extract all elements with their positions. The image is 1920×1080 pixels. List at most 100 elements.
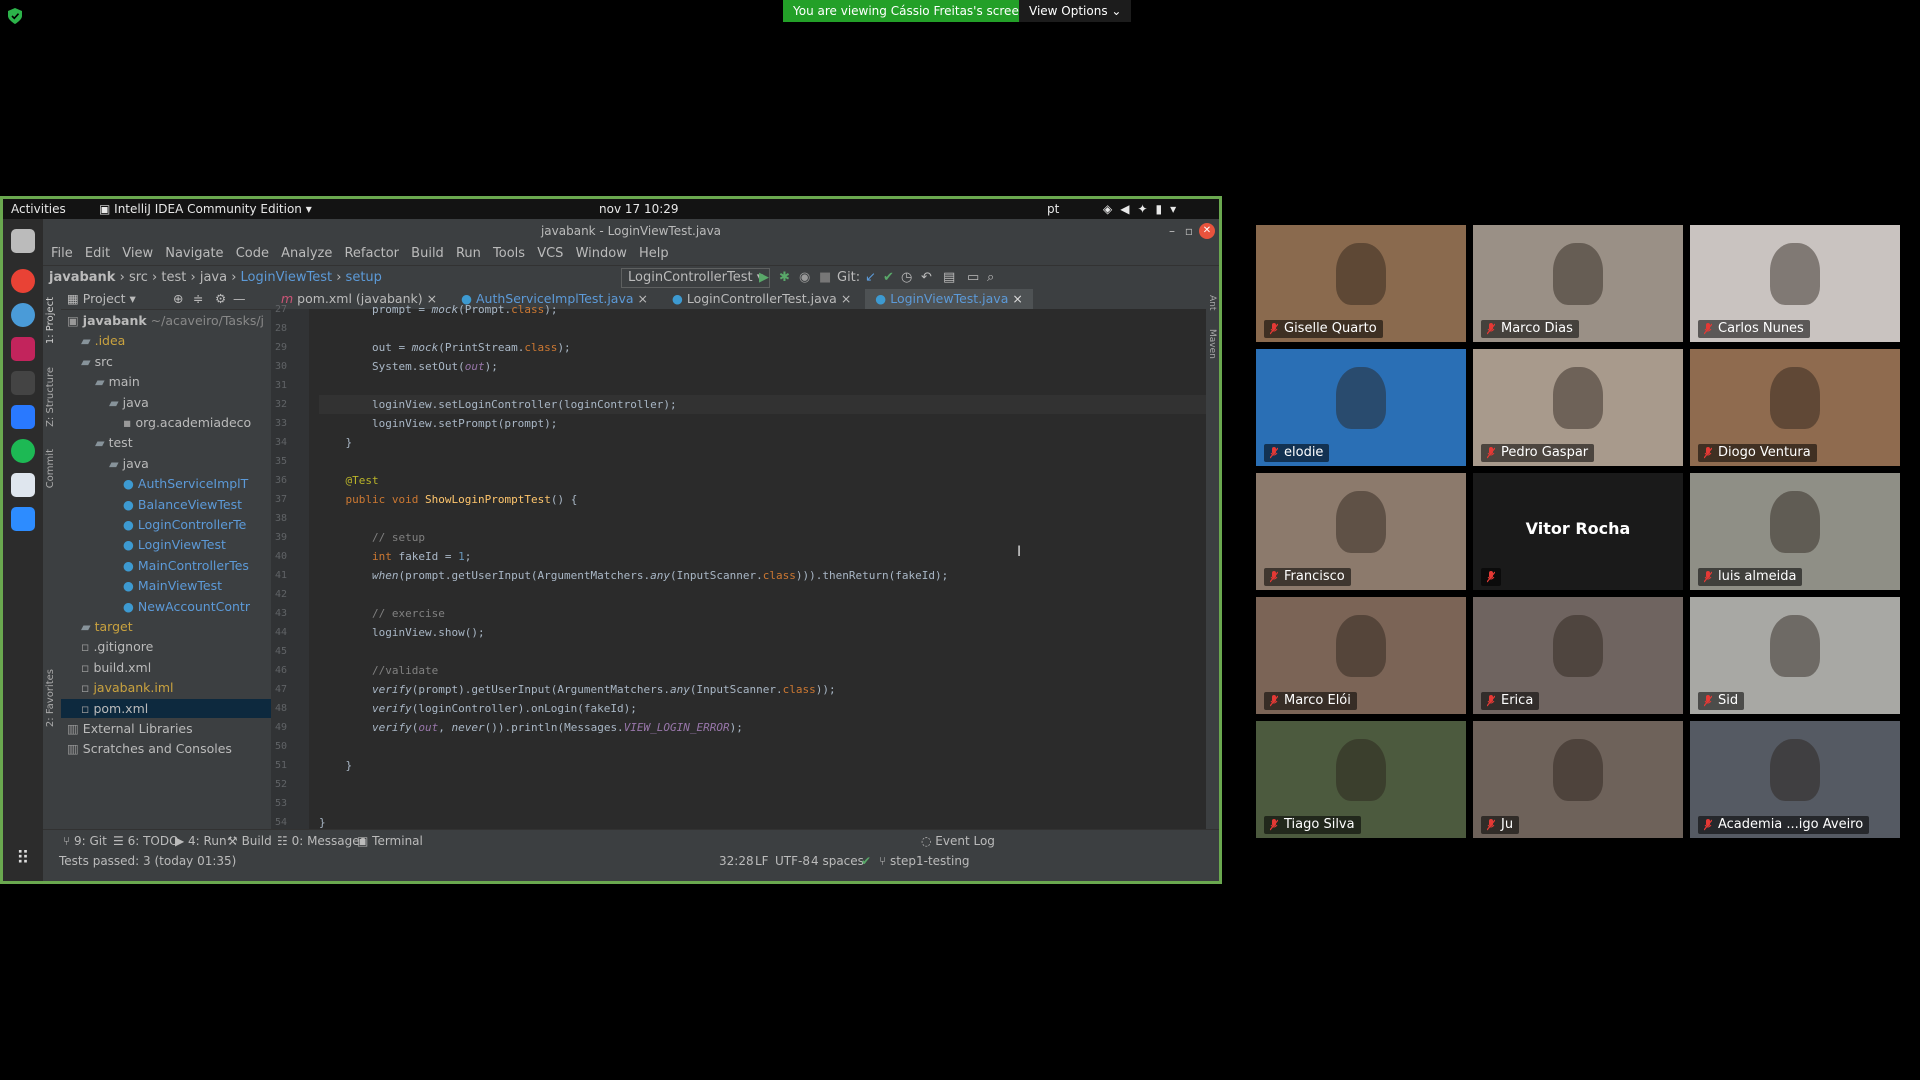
tests-passed-status[interactable]: Tests passed: 3 (today 01:35) xyxy=(59,851,236,871)
participant-tile[interactable]: Giselle Quarto xyxy=(1256,225,1466,342)
code-editor[interactable]: prompt = mock(Prompt.class); out = mock(… xyxy=(309,303,1206,829)
participant-tile[interactable]: Vitor Rocha xyxy=(1473,473,1683,590)
tool-tab-terminal[interactable]: ▣ Terminal xyxy=(357,830,423,852)
clock[interactable]: nov 17 10:29 xyxy=(599,199,679,219)
slack-icon[interactable] xyxy=(11,303,35,327)
breadcrumb-java[interactable]: java xyxy=(200,270,227,285)
line-separator[interactable]: LF xyxy=(755,851,769,871)
language-indicator[interactable]: pt xyxy=(1047,199,1059,219)
file-encoding[interactable]: UTF-8 xyxy=(775,851,810,871)
close-icon[interactable]: ✕ xyxy=(1199,223,1215,239)
tool-tab-todo[interactable]: ☰ 6: TODO xyxy=(113,830,179,852)
git-rollback-icon[interactable]: ↶ xyxy=(921,266,932,290)
breadcrumb-class[interactable]: LoginViewTest xyxy=(241,270,333,285)
caret-position[interactable]: 32:28 xyxy=(719,851,754,871)
tool-tab-ant[interactable]: Ant xyxy=(1207,295,1217,310)
text-editor-icon[interactable] xyxy=(11,473,35,497)
tree-item[interactable]: ▰ java xyxy=(109,393,149,412)
debug-icon[interactable]: ✱ xyxy=(779,266,790,290)
participant-tile[interactable]: Francisco xyxy=(1256,473,1466,590)
tab-loginviewtest[interactable]: ● LoginViewTest.java × xyxy=(865,289,1033,309)
hide-icon[interactable]: — xyxy=(233,289,246,309)
participant-tile[interactable]: Marco Elói xyxy=(1256,597,1466,714)
layout-icon[interactable]: ▭ xyxy=(967,266,979,290)
menu-tools[interactable]: Tools xyxy=(493,246,525,261)
menu-file[interactable]: File xyxy=(51,246,73,261)
tab-logincontrollertest[interactable]: ● LoginControllerTest.java × xyxy=(662,289,861,309)
tree-item[interactable]: ● LoginControllerTe xyxy=(123,515,246,534)
project-view-select[interactable]: ▦ Project ▾ xyxy=(67,289,136,309)
tool-tab-maven[interactable]: Maven xyxy=(1207,329,1217,359)
gear-icon[interactable]: ⚙ xyxy=(215,289,226,309)
tree-item[interactable]: ▰ target xyxy=(81,617,133,636)
tree-item[interactable]: ● NewAccountContr xyxy=(123,597,250,616)
participant-tile[interactable]: Pedro Gaspar xyxy=(1473,349,1683,466)
tree-item[interactable]: ▫ build.xml xyxy=(81,658,151,677)
tree-item[interactable]: ▪ org.academiadeco xyxy=(123,413,251,432)
participant-tile[interactable]: Marco Dias xyxy=(1473,225,1683,342)
tool-tab-messages[interactable]: ☷ 0: Messages xyxy=(277,830,366,852)
menu-code[interactable]: Code xyxy=(236,246,269,261)
spotify-icon[interactable] xyxy=(11,439,35,463)
tool-tab-favorites[interactable]: 2: Favorites xyxy=(45,669,56,727)
stop-icon[interactable]: ■ xyxy=(819,266,831,290)
menu-refactor[interactable]: Refactor xyxy=(344,246,399,261)
git-update-icon[interactable]: ↙ xyxy=(865,266,876,290)
files-icon[interactable] xyxy=(11,229,35,253)
run-icon[interactable]: ▶ xyxy=(759,266,769,290)
menu-view[interactable]: View xyxy=(122,246,153,261)
event-log-button[interactable]: ◌ Event Log xyxy=(921,830,995,852)
minimize-icon[interactable]: – xyxy=(1169,219,1175,243)
menu-run[interactable]: Run xyxy=(456,246,481,261)
indent-setting[interactable]: 4 spaces xyxy=(811,851,864,871)
tree-item[interactable]: ▫ javabank.iml xyxy=(81,678,174,697)
menu-navigate[interactable]: Navigate xyxy=(165,246,223,261)
run-config-select[interactable]: LoginControllerTest ▾ xyxy=(621,268,771,288)
tree-item[interactable]: ● AuthServiceImplT xyxy=(123,474,248,493)
tool-tab-project[interactable]: 1: Project xyxy=(45,297,56,344)
menu-edit[interactable]: Edit xyxy=(85,246,110,261)
tree-item[interactable]: ▫ pom.xml xyxy=(61,698,271,718)
terminal-icon[interactable] xyxy=(11,371,35,395)
breadcrumb-method[interactable]: setup xyxy=(346,270,382,285)
tree-item[interactable]: ▥ Scratches and Consoles xyxy=(67,739,232,758)
participant-tile[interactable]: Ju xyxy=(1473,721,1683,838)
participant-tile[interactable]: elodie xyxy=(1256,349,1466,466)
tree-item[interactable]: ▥ External Libraries xyxy=(67,719,193,738)
collapse-icon[interactable]: ≑ xyxy=(193,289,203,309)
git-branch[interactable]: ⑂ step1-testing xyxy=(879,851,970,871)
tree-item[interactable]: ▰ main xyxy=(95,372,140,391)
activities-button[interactable]: Activities xyxy=(11,199,66,219)
tree-item[interactable]: ▰ java xyxy=(109,454,149,473)
maximize-icon[interactable]: ▫ xyxy=(1185,219,1193,243)
tool-tab-run[interactable]: ▶ 4: Run xyxy=(175,830,227,852)
system-tray-icons[interactable]: ◈◀✦▮▾ xyxy=(1103,199,1184,219)
tree-item[interactable]: ▰ test xyxy=(95,433,133,452)
participant-tile[interactable]: Academia ...igo Aveiro xyxy=(1690,721,1900,838)
tool-tab-build[interactable]: ⚒ Build xyxy=(227,830,272,852)
zoom-icon[interactable] xyxy=(11,507,35,531)
tree-item[interactable]: ▣ javabank ~/acaveiro/Tasks/j xyxy=(67,311,264,330)
menu-build[interactable]: Build xyxy=(411,246,444,261)
tree-item[interactable]: ● MainViewTest xyxy=(123,576,222,595)
chrome-icon[interactable] xyxy=(11,269,35,293)
tree-item[interactable]: ● BalanceViewTest xyxy=(123,495,242,514)
inspection-icon[interactable]: ✔ xyxy=(861,851,871,871)
search-icon[interactable]: ⌕ xyxy=(987,266,994,290)
breadcrumb-project[interactable]: javabank xyxy=(49,270,115,285)
menu-analyze[interactable]: Analyze xyxy=(281,246,332,261)
coverage-icon[interactable]: ◉ xyxy=(799,266,810,290)
participant-tile[interactable]: Diogo Ventura xyxy=(1690,349,1900,466)
tool-tab-commit[interactable]: Commit xyxy=(45,449,56,488)
breadcrumb-test[interactable]: test xyxy=(161,270,186,285)
git-commit-icon[interactable]: ✔ xyxy=(883,266,894,290)
tree-item[interactable]: ● MainControllerTes xyxy=(123,556,249,575)
participant-tile[interactable]: luis almeida xyxy=(1690,473,1900,590)
app-menu[interactable]: ▣ IntelliJ IDEA Community Edition ▾ xyxy=(99,199,312,219)
locate-icon[interactable]: ⊕ xyxy=(173,289,183,309)
view-options-button[interactable]: View Options ⌄ xyxy=(1019,0,1132,22)
participant-tile[interactable]: Carlos Nunes xyxy=(1690,225,1900,342)
breadcrumb-src[interactable]: src xyxy=(129,270,148,285)
git-history-icon[interactable]: ◷ xyxy=(901,266,912,290)
tree-item[interactable]: ● LoginViewTest xyxy=(123,535,226,554)
